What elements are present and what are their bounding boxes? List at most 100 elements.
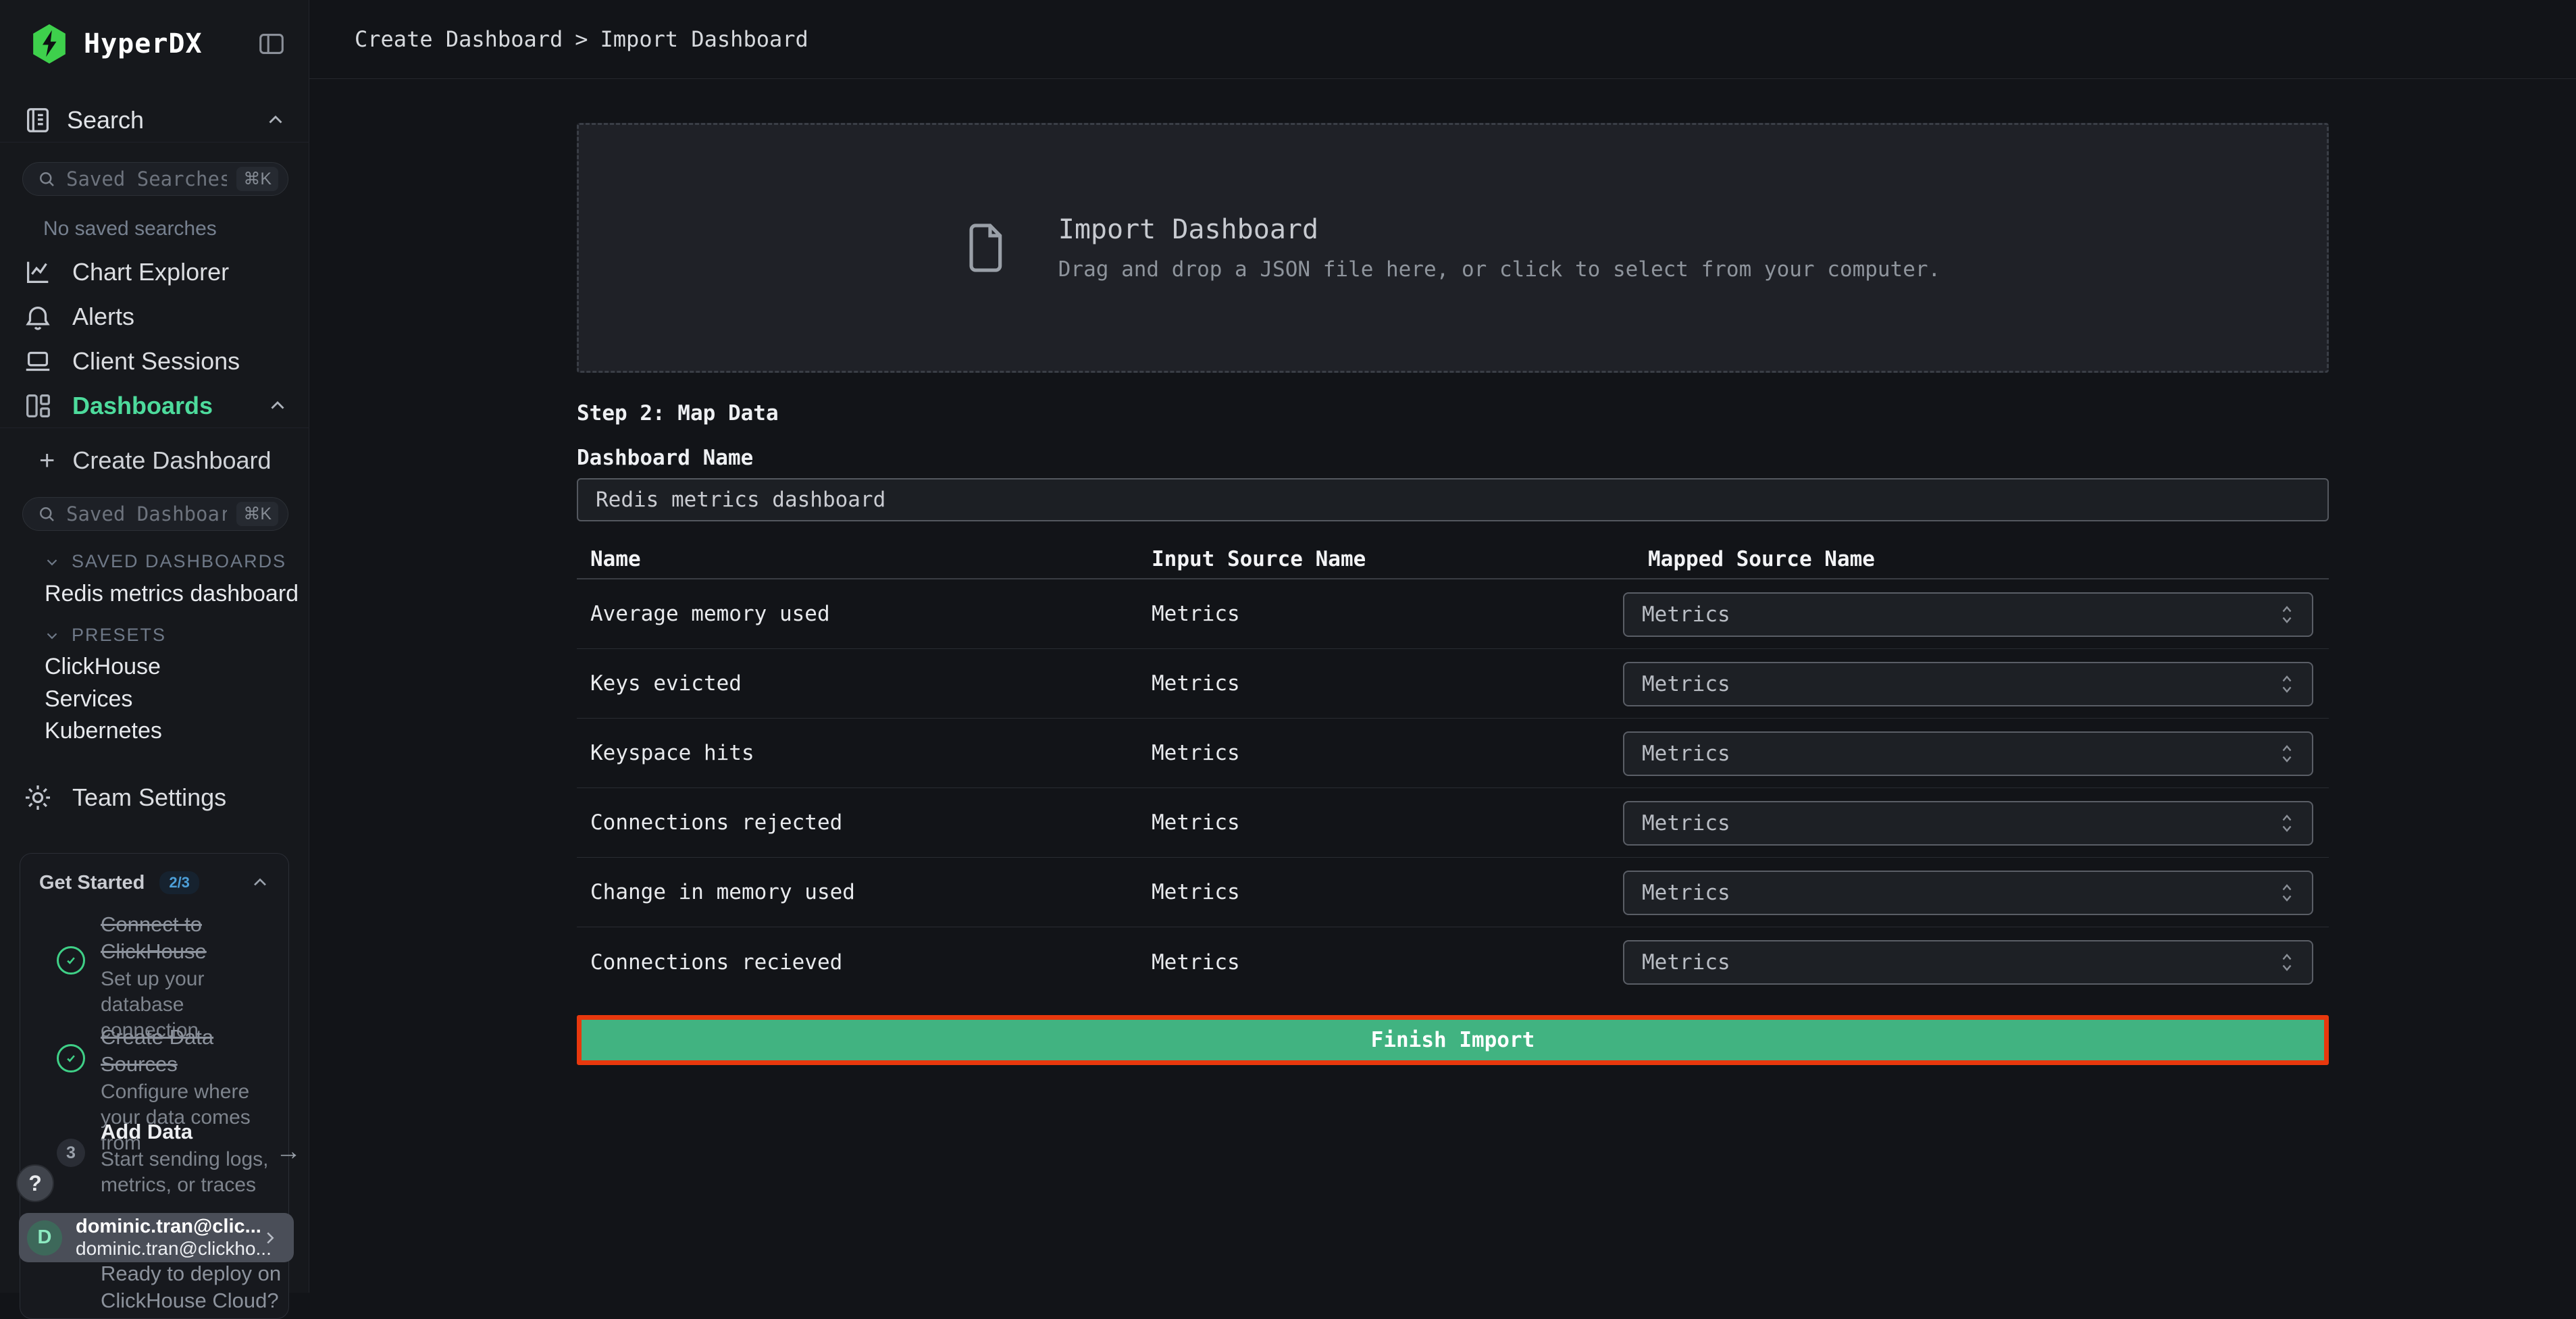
- saved-dashboards-input[interactable]: [66, 502, 227, 525]
- divider: [0, 142, 309, 143]
- item-title: Create Data Sources: [101, 1024, 284, 1078]
- bell-icon: [22, 301, 53, 332]
- saved-dashboards-section-header[interactable]: SAVED DASHBOARDS: [43, 551, 286, 572]
- shortcut-badge: ⌘K: [236, 502, 278, 526]
- row-input-source: Metrics: [1152, 671, 1240, 696]
- shortcut-badge: ⌘K: [236, 167, 278, 191]
- dashboard-name-input[interactable]: [577, 478, 2329, 521]
- preset-item-clickhouse[interactable]: ClickHouse: [45, 654, 161, 680]
- row-input-source: Metrics: [1152, 810, 1240, 835]
- table-row: Keyspace hits Metrics Metrics: [577, 719, 2329, 788]
- sidebar-item-dashboards[interactable]: Dashboards: [0, 384, 309, 428]
- select-chevrons-icon: [2279, 881, 2294, 904]
- section-label: PRESETS: [72, 625, 166, 646]
- chevron-up-icon[interactable]: [264, 109, 287, 132]
- row-input-source: Metrics: [1152, 741, 1240, 765]
- mapped-source-select[interactable]: Metrics: [1623, 940, 2313, 985]
- import-dropzone[interactable]: Import Dashboard Drag and drop a JSON fi…: [577, 123, 2329, 373]
- get-started-item-add-data[interactable]: Add Data Start sending logs, metrics, or…: [101, 1118, 284, 1198]
- selected-value: Metrics: [1642, 881, 2279, 905]
- mapped-source-select[interactable]: Metrics: [1623, 662, 2313, 706]
- journal-icon: [22, 105, 53, 136]
- selected-value: Metrics: [1642, 742, 2279, 766]
- create-dashboard-label: Create Dashboard: [72, 446, 271, 475]
- row-name: Change in memory used: [590, 880, 855, 904]
- row-name: Keyspace hits: [590, 741, 754, 765]
- select-chevrons-icon: [2279, 673, 2294, 696]
- get-started-title: Get Started: [39, 872, 145, 894]
- app-logo[interactable]: HyperDX: [30, 22, 203, 66]
- breadcrumb-current: Import Dashboard: [600, 26, 808, 52]
- selected-value: Metrics: [1642, 602, 2279, 627]
- create-dashboard-button[interactable]: + Create Dashboard: [39, 446, 272, 475]
- avatar: D: [27, 1220, 62, 1256]
- sidebar: HyperDX Search ⌘K No saved searches: [0, 0, 309, 1293]
- progress-badge: 2/3: [159, 871, 199, 894]
- selected-value: Metrics: [1642, 950, 2279, 975]
- check-circle-icon: [57, 1044, 85, 1072]
- finish-import-button[interactable]: Finish Import: [577, 1015, 2329, 1065]
- breadcrumb: Create Dashboard > Import Dashboard: [355, 26, 808, 52]
- row-name: Keys evicted: [590, 671, 742, 696]
- dropzone-title: Import Dashboard: [1058, 214, 1940, 245]
- saved-searches-searchbox[interactable]: ⌘K: [22, 162, 288, 196]
- table-header: Name Input Source Name Mapped Source Nam…: [577, 547, 2329, 579]
- item-title: Connect to ClickHouse: [101, 911, 284, 965]
- breadcrumb-separator: >: [575, 26, 588, 52]
- table-row: Keys evicted Metrics Metrics: [577, 649, 2329, 719]
- column-header-input: Input Source Name: [1152, 547, 1366, 571]
- user-email: dominic.tran@clickho...: [76, 1238, 247, 1260]
- step-label: Step 2: Map Data: [577, 401, 779, 425]
- user-name: dominic.tran@clic...: [76, 1216, 247, 1238]
- get-started-item-deploy[interactable]: Ready to deploy on ClickHouse Cloud?: [101, 1260, 284, 1314]
- mapped-source-select[interactable]: Metrics: [1623, 801, 2313, 846]
- preset-item-services[interactable]: Services: [45, 686, 132, 713]
- section-label: SAVED DASHBOARDS: [72, 551, 286, 572]
- sidebar-item-label: Client Sessions: [72, 347, 240, 376]
- no-saved-searches-note: No saved searches: [43, 217, 217, 240]
- mapped-source-select[interactable]: Metrics: [1623, 592, 2313, 637]
- select-chevrons-icon: [2279, 951, 2294, 974]
- chevron-up-icon[interactable]: [266, 394, 289, 417]
- search-section-label: Search: [67, 106, 144, 134]
- chevron-down-icon: [43, 553, 61, 571]
- mapped-source-select[interactable]: Metrics: [1623, 871, 2313, 915]
- sidebar-item-alerts[interactable]: Alerts: [0, 294, 309, 339]
- user-menu[interactable]: D dominic.tran@clic... dominic.tran@clic…: [19, 1213, 294, 1262]
- selected-value: Metrics: [1642, 672, 2279, 696]
- app-title: HyperDX: [84, 28, 203, 59]
- row-name: Connections recieved: [590, 950, 842, 975]
- breadcrumb-parent[interactable]: Create Dashboard: [355, 26, 563, 52]
- preset-item-kubernetes[interactable]: Kubernetes: [45, 718, 162, 744]
- sidebar-item-chart-explorer[interactable]: Chart Explorer: [0, 250, 309, 294]
- mapped-source-select[interactable]: Metrics: [1623, 731, 2313, 776]
- item-subtitle: Start sending logs, metrics, or traces: [101, 1147, 284, 1198]
- sidebar-item-team-settings[interactable]: Team Settings: [0, 775, 309, 820]
- saved-dashboards-searchbox[interactable]: ⌘K: [22, 497, 288, 531]
- sidebar-item-label: Dashboards: [72, 392, 213, 420]
- column-header-name: Name: [590, 547, 641, 571]
- mapping-table: Name Input Source Name Mapped Source Nam…: [577, 547, 2329, 997]
- top-bar: Create Dashboard > Import Dashboard: [309, 0, 2576, 79]
- sidebar-item-client-sessions[interactable]: Client Sessions: [0, 339, 309, 384]
- chevron-up-icon[interactable]: [249, 872, 271, 894]
- sidebar-section-search[interactable]: Search: [22, 104, 287, 136]
- search-icon: [36, 504, 57, 524]
- dashboard-name-label: Dashboard Name: [577, 446, 753, 470]
- presets-section-header[interactable]: PRESETS: [43, 625, 166, 646]
- item-title: Add Data: [101, 1118, 284, 1145]
- table-row: Average memory used Metrics Metrics: [577, 579, 2329, 649]
- step-number-badge: 3: [57, 1139, 85, 1167]
- arrow-right-icon[interactable]: →: [276, 1137, 301, 1166]
- hyperdx-logo-icon: [30, 23, 69, 65]
- help-button[interactable]: ?: [16, 1164, 54, 1202]
- main-content: Import Dashboard Drag and drop a JSON fi…: [309, 79, 2576, 1293]
- saved-dashboard-item[interactable]: Redis metrics dashboard: [45, 581, 299, 607]
- saved-searches-input[interactable]: [66, 167, 227, 190]
- select-chevrons-icon: [2279, 742, 2294, 765]
- check-circle-icon: [57, 946, 85, 975]
- column-header-mapped: Mapped Source Name: [1648, 547, 1875, 571]
- row-input-source: Metrics: [1152, 602, 1240, 626]
- plus-icon: +: [39, 447, 55, 474]
- collapse-sidebar-icon[interactable]: [255, 28, 288, 59]
